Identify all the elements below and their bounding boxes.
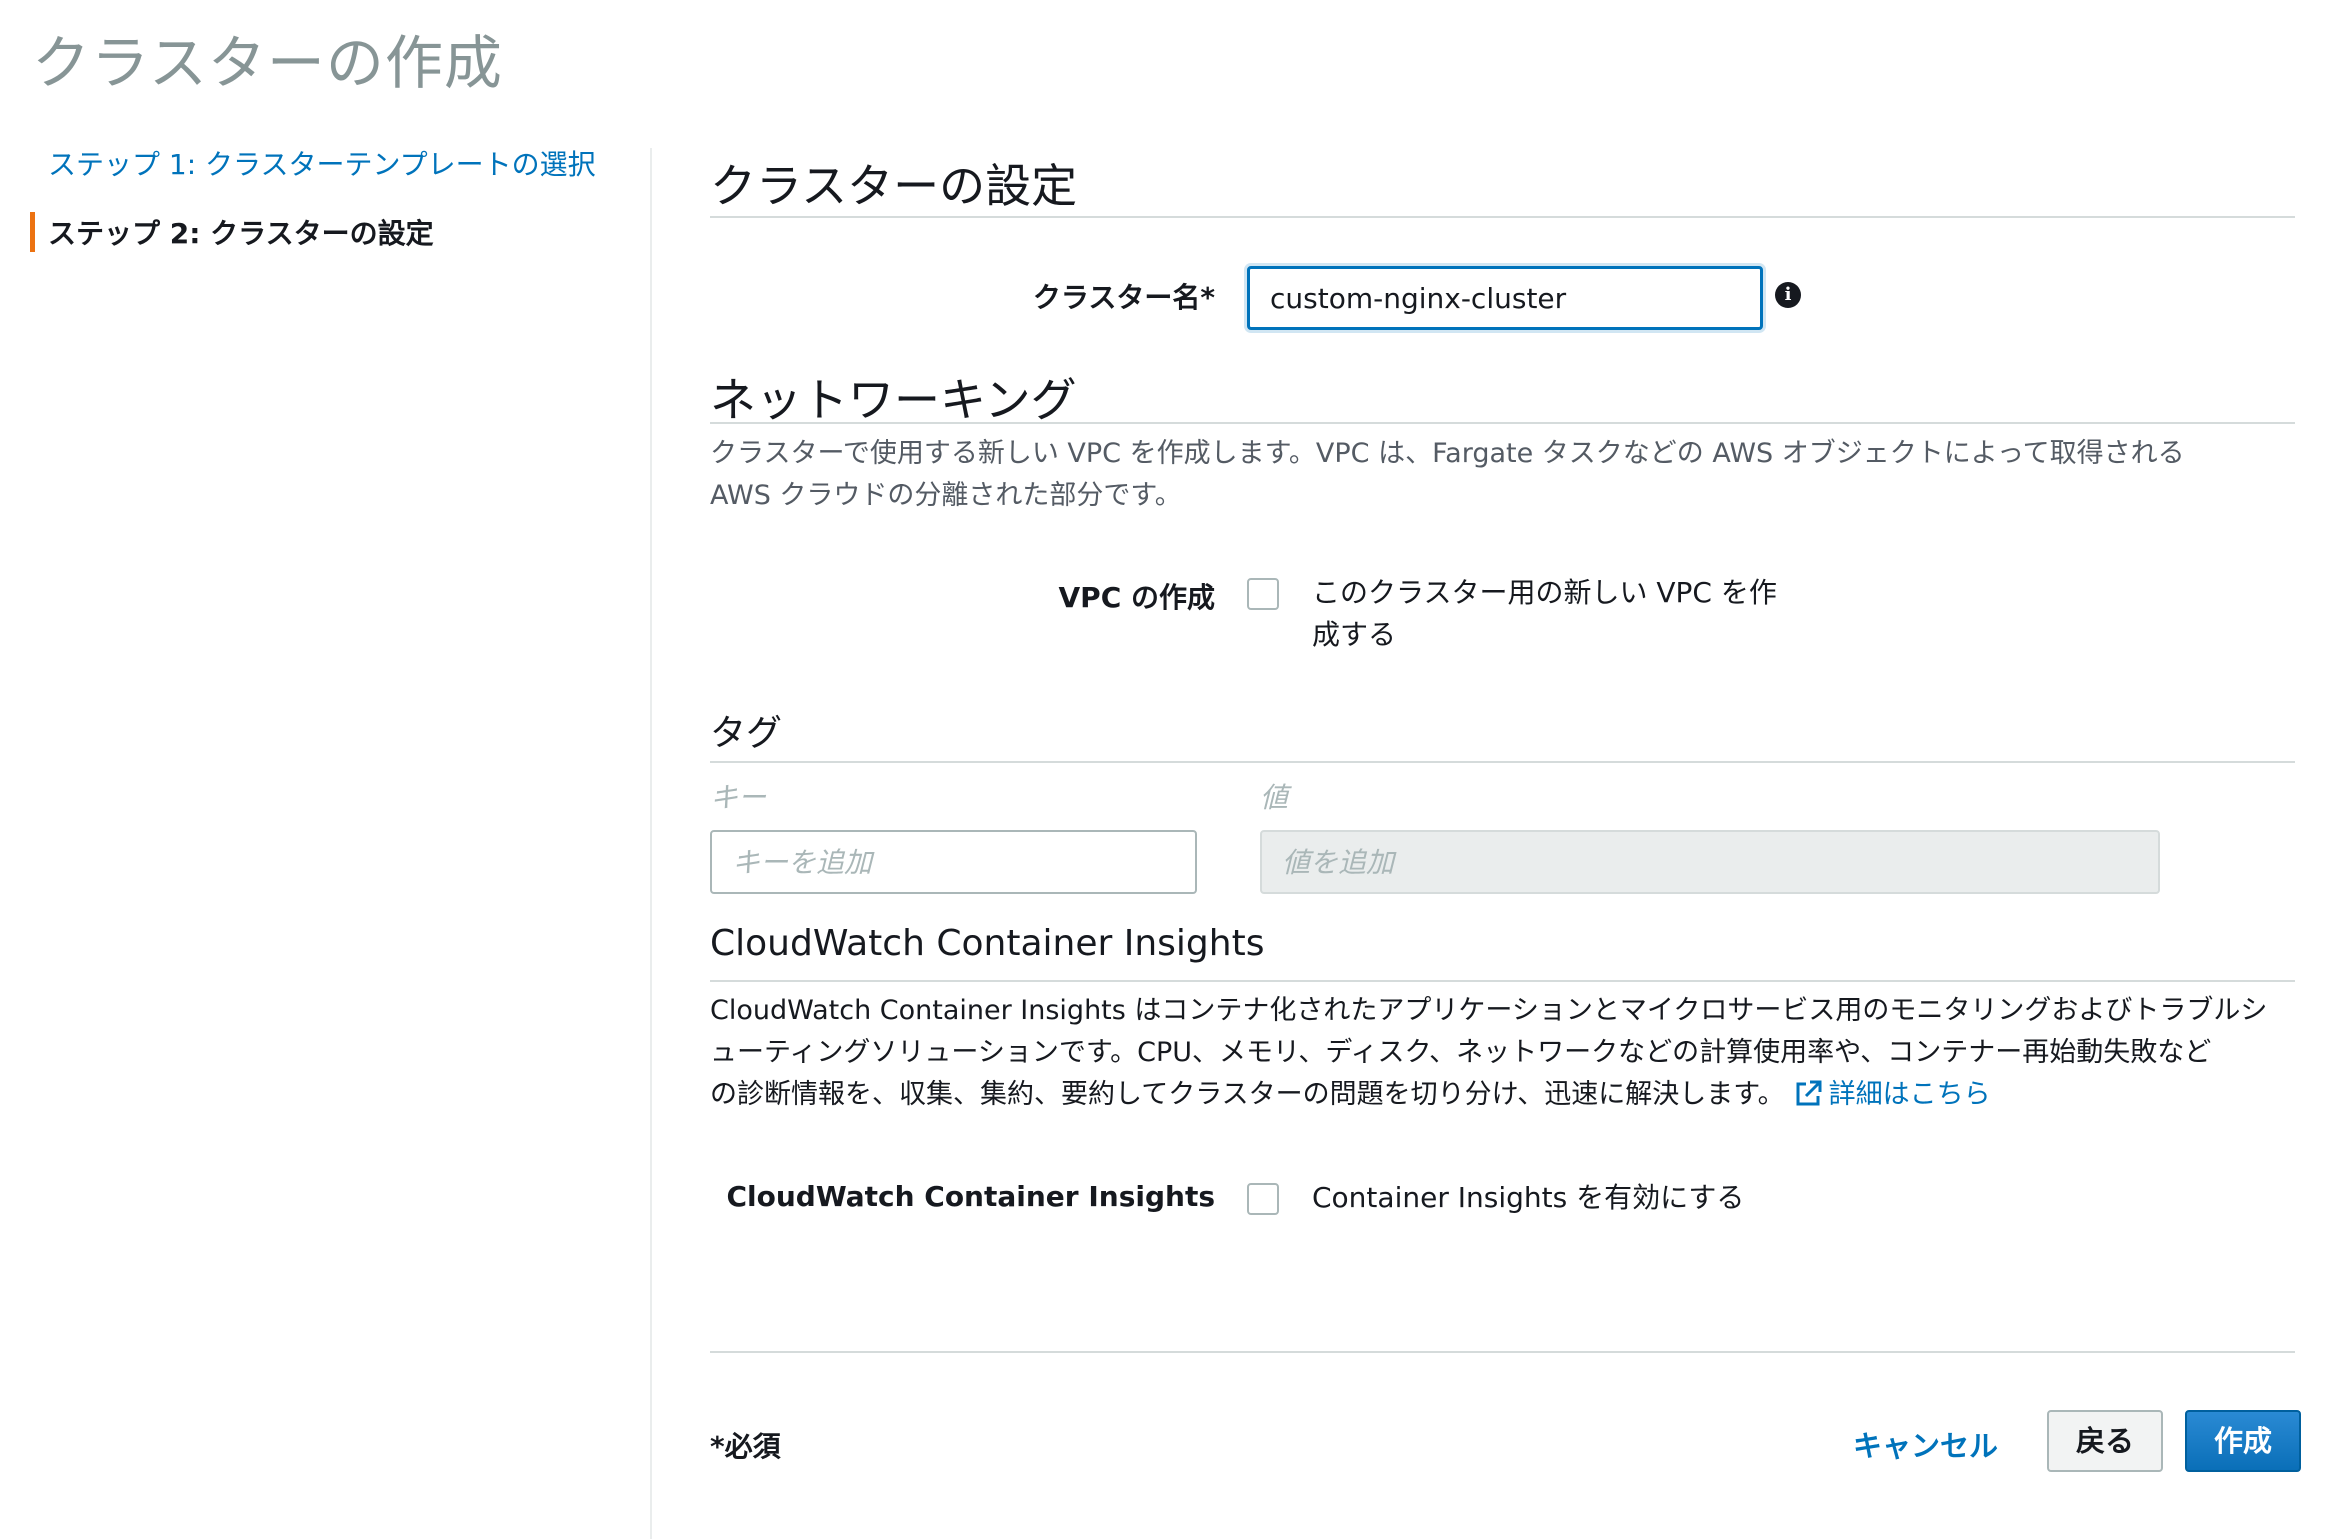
insights-description-line: CloudWatch Container Insights はコンテナ化されたア…	[710, 995, 2268, 1026]
sidebar-step-2-current: ステップ 2: クラスターの設定	[48, 217, 434, 250]
required-note: *必須	[710, 1430, 781, 1463]
tag-key-column-label: キー	[710, 781, 767, 814]
tag-key-input[interactable]	[710, 830, 1197, 894]
section-divider	[710, 216, 2295, 218]
create-vpc-checkbox[interactable]	[1247, 578, 1279, 610]
cluster-name-label: クラスター名*	[1032, 281, 1215, 314]
checkbox-label-line: このクラスター用の新しい VPC を作	[1312, 576, 1777, 609]
insights-description-line: の診断情報を、収集、集約、要約してクラスターの問題を切り分け、迅速に解決します。…	[710, 1074, 2267, 1116]
sidebar-divider	[650, 148, 652, 1539]
back-button[interactable]: 戻る	[2047, 1410, 2163, 1472]
section-divider	[710, 980, 2295, 982]
learn-more-label: 詳細はこちら	[1828, 1079, 1991, 1110]
page-title: クラスターの作成	[32, 29, 503, 97]
active-step-indicator	[30, 212, 35, 252]
create-vpc-label: VPC の作成	[1058, 581, 1216, 614]
cancel-button[interactable]: キャンセル	[1853, 1423, 1998, 1465]
insights-heading: CloudWatch Container Insights	[710, 923, 1265, 964]
checkbox-label-line: 成する	[1312, 618, 1397, 651]
networking-heading: ネットワーキング	[710, 373, 1077, 427]
create-vpc-checkbox-label[interactable]: このクラスター用の新しい VPC を作 成する	[1312, 572, 1777, 656]
create-button[interactable]: 作成	[2185, 1410, 2301, 1472]
tags-heading: タグ	[710, 713, 783, 754]
insights-field-label: CloudWatch Container Insights	[726, 1180, 1215, 1213]
networking-description: クラスターで使用する新しい VPC を作成します。VPC は、Fargate タ…	[710, 433, 2185, 517]
networking-description-line: クラスターで使用する新しい VPC を作成します。VPC は、Fargate タ…	[710, 438, 2185, 469]
footer-divider	[710, 1351, 2295, 1353]
tag-value-input[interactable]	[1260, 830, 2160, 894]
enable-insights-checkbox-label[interactable]: Container Insights を有効にする	[1312, 1177, 1744, 1219]
enable-insights-checkbox[interactable]	[1247, 1183, 1279, 1215]
tag-value-column-label: 値	[1260, 781, 1289, 814]
insights-description-line: ューティングソリューションです。CPU、メモリ、ディスク、ネットワークなどの計算…	[710, 1037, 2212, 1068]
insights-description: CloudWatch Container Insights はコンテナ化されたア…	[710, 990, 2267, 1116]
networking-description-line: AWS クラウドの分離された部分です。	[710, 480, 1182, 511]
sidebar-step-1-link[interactable]: ステップ 1: クラスターテンプレートの選択	[48, 143, 596, 183]
info-icon[interactable]: i	[1775, 282, 1801, 308]
section-divider	[710, 422, 2295, 424]
cluster-config-heading: クラスターの設定	[710, 159, 1078, 213]
learn-more-link[interactable]: 詳細はこちら	[1785, 1079, 1991, 1110]
insights-description-text: の診断情報を、収集、集約、要約してクラスターの問題を切り分け、迅速に解決します。	[710, 1079, 1785, 1110]
section-divider	[710, 761, 2295, 763]
external-link-icon	[1796, 1080, 1822, 1106]
cluster-name-input[interactable]	[1247, 266, 1763, 330]
